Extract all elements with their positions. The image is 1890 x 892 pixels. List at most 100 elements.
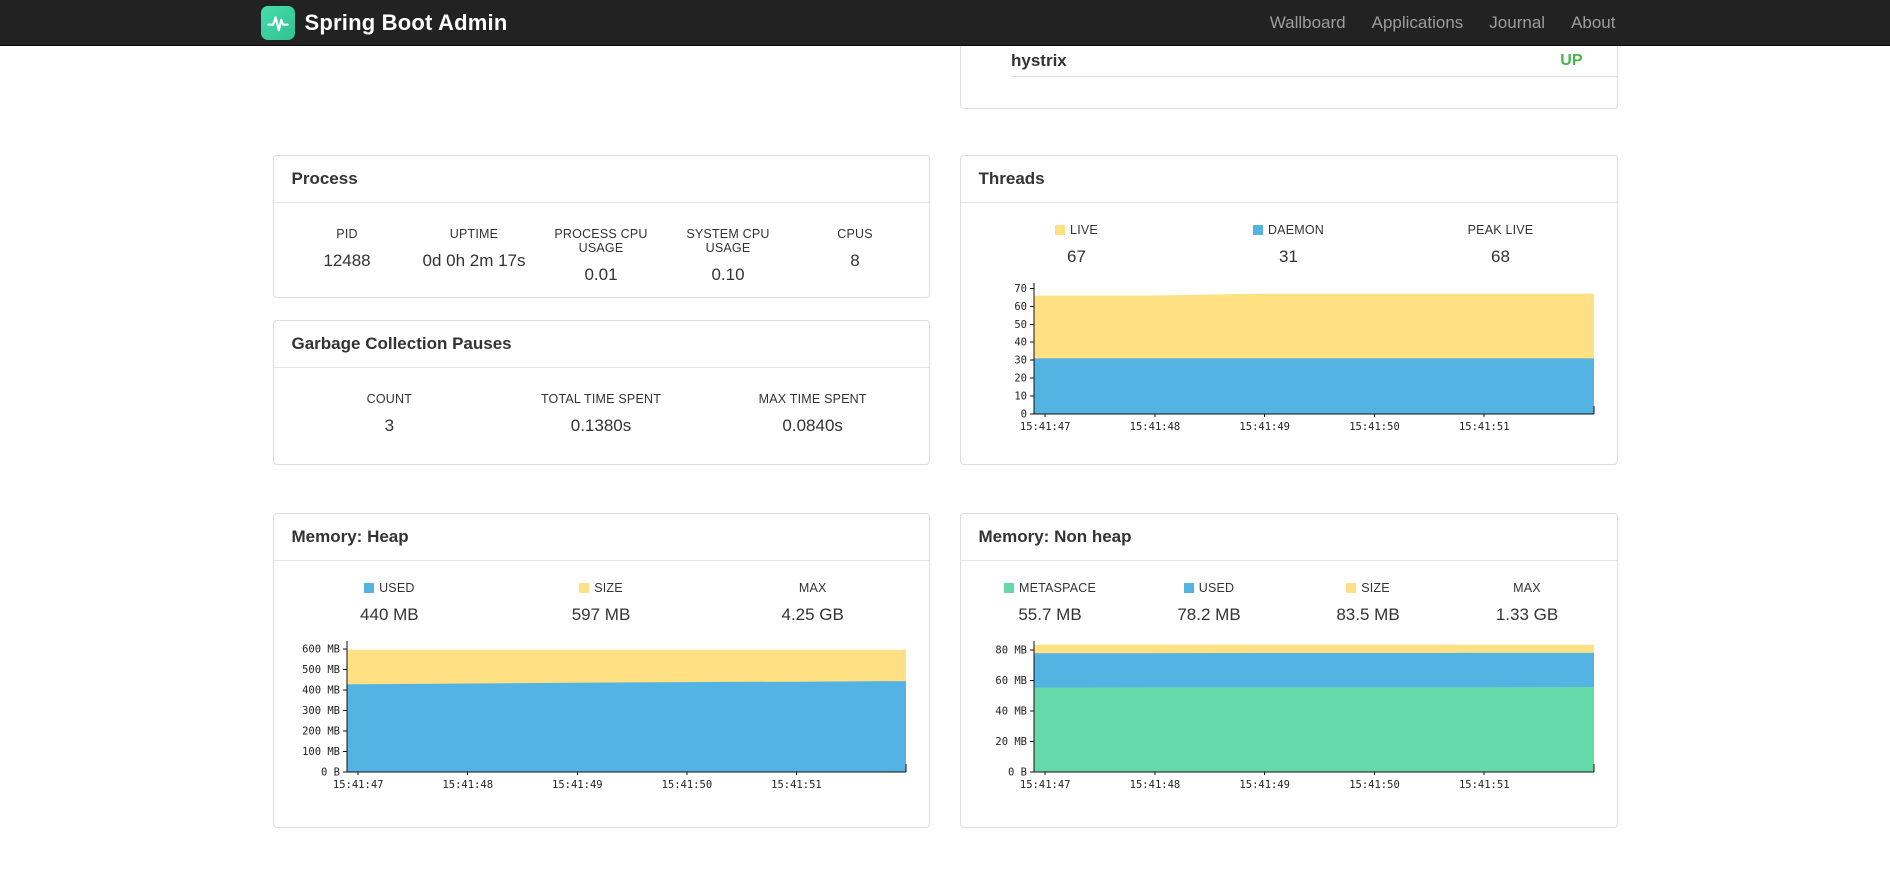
legend-value: 67 xyxy=(1067,247,1086,266)
legend-label: USED xyxy=(284,581,496,595)
svg-text:40: 40 xyxy=(1014,337,1027,349)
main-grid: Process PID 12488 UPTIME 0d 0h 2m 17s PR… xyxy=(272,155,1618,828)
stat-label: UPTIME xyxy=(449,227,499,241)
stat-value: 3 xyxy=(384,416,395,435)
application-row[interactable]: hystrix UP xyxy=(1011,46,1617,77)
svg-text:0 B: 0 B xyxy=(321,767,340,779)
legend-swatch xyxy=(1003,583,1014,593)
legend-label-text: SIZE xyxy=(594,581,623,595)
svg-text:15:41:49: 15:41:49 xyxy=(1239,421,1290,433)
svg-text:70: 70 xyxy=(1014,283,1027,295)
legend-item-used: USED 440 MB xyxy=(284,581,496,625)
svg-text:60: 60 xyxy=(1014,301,1027,313)
threads-card-title: Threads xyxy=(960,156,1617,203)
legend-value: 78.2 MB xyxy=(1177,605,1241,624)
gc-card-title: Garbage Collection Pauses xyxy=(273,321,929,368)
legend-item-max: MAX 4.25 GB xyxy=(707,581,919,625)
legend-label: MAX xyxy=(707,581,919,595)
memory-heap-card-body: 600 MB 500 MB 400 MB 300 MB 200 MB 100 MB 0 B1… xyxy=(274,633,929,798)
svg-text:200 MB: 200 MB xyxy=(302,726,340,738)
stat-value: 0d 0h 2m 17s xyxy=(422,251,526,270)
content-container: hystrix UP Process PID 12488 UPTIME 0d 0… xyxy=(272,46,1618,828)
stat-value: 12488 xyxy=(323,251,371,270)
memory-nonheap-card: Memory: Non heap METASPACE 55.7 MB USED … xyxy=(959,513,1618,828)
svg-text:15:41:47: 15:41:47 xyxy=(1019,779,1070,791)
nav-link-about[interactable]: About xyxy=(1558,13,1617,33)
legend-label-text: USED xyxy=(1198,581,1235,595)
legend-label: USED xyxy=(1130,581,1289,595)
svg-text:400 MB: 400 MB xyxy=(302,685,340,697)
memory-heap-legend: USED 440 MB SIZE 597 MB MAX 4.25 GB xyxy=(274,561,929,625)
heap-chart: 600 MB 500 MB 400 MB 300 MB 200 MB 100 MB 0 B1… xyxy=(289,633,914,798)
svg-text:15:41:48: 15:41:48 xyxy=(1129,779,1180,791)
legend-item-live: LIVE 67 xyxy=(971,223,1183,267)
legend-value: 1.33 GB xyxy=(1495,605,1559,624)
legend-label: LIVE xyxy=(971,223,1183,237)
nav-link-applications[interactable]: Applications xyxy=(1359,13,1477,33)
svg-text:15:41:47: 15:41:47 xyxy=(332,779,383,791)
stat-label: SYSTEM CPU USAGE xyxy=(686,227,770,255)
svg-text:15:41:51: 15:41:51 xyxy=(771,779,822,791)
stat-value: 0.0840s xyxy=(782,416,843,435)
stat-gc-count: COUNT 3 xyxy=(284,392,496,436)
svg-text:15:41:47: 15:41:47 xyxy=(1019,421,1070,433)
brand[interactable]: Spring Boot Admin xyxy=(260,5,508,40)
top-row: hystrix UP xyxy=(273,46,1618,109)
right-column: Threads LIVE 67 DAEMON 31 PEAK LIVE 68 7… xyxy=(959,155,1618,828)
legend-label: METASPACE xyxy=(971,581,1130,595)
memory-nonheap-card-title: Memory: Non heap xyxy=(960,514,1617,561)
stat-label: MAX TIME SPENT xyxy=(758,392,867,406)
nav-links: Wallboard Applications Journal About xyxy=(1257,0,1618,45)
svg-text:100 MB: 100 MB xyxy=(302,746,340,758)
threads-card-body: 70 60 50 40 30 20 10 0 15:41:47 15:41:48 15:41:49 1… xyxy=(961,275,1617,440)
nav-link-journal[interactable]: Journal xyxy=(1476,13,1558,33)
stat-gc-max-time: MAX TIME SPENT 0.0840s xyxy=(707,392,919,436)
svg-text:15:41:49: 15:41:49 xyxy=(1239,779,1290,791)
memory-nonheap-legend: METASPACE 55.7 MB USED 78.2 MB SIZE 83.5… xyxy=(961,561,1617,625)
svg-text:20 MB: 20 MB xyxy=(995,736,1027,748)
stat-uptime: UPTIME 0d 0h 2m 17s xyxy=(411,227,538,285)
legend-label: SIZE xyxy=(1289,581,1448,595)
legend-label-text: MAX xyxy=(1513,581,1541,595)
memory-nonheap-card-body: 80 MB 60 MB 40 MB 20 MB 0 B 15:41:47 15:41:48 1… xyxy=(961,633,1617,798)
page: Spring Boot Admin Wallboard Applications… xyxy=(0,0,1890,892)
legend-value: 68 xyxy=(1491,247,1510,266)
svg-text:15:41:48: 15:41:48 xyxy=(1129,421,1180,433)
legend-value: 4.25 GB xyxy=(781,605,844,624)
legend-item-size: SIZE 83.5 MB xyxy=(1289,581,1448,625)
legend-value: 440 MB xyxy=(360,605,419,624)
stat-label: PROCESS CPU USAGE xyxy=(554,227,648,255)
memory-heap-card-title: Memory: Heap xyxy=(273,514,929,561)
legend-item-daemon: DAEMON 31 xyxy=(1183,223,1395,267)
application-name[interactable]: hystrix xyxy=(1011,51,1067,71)
process-card-title: Process xyxy=(273,156,929,203)
legend-swatch xyxy=(1183,583,1194,593)
left-column: Process PID 12488 UPTIME 0d 0h 2m 17s PR… xyxy=(272,155,930,828)
stat-value: 0.1380s xyxy=(570,416,632,435)
legend-value: 31 xyxy=(1279,247,1298,266)
legend-label: MAX xyxy=(1448,581,1607,595)
legend-swatch xyxy=(1346,583,1357,593)
process-card: Process PID 12488 UPTIME 0d 0h 2m 17s PR… xyxy=(272,155,930,298)
svg-text:500 MB: 500 MB xyxy=(302,664,340,676)
process-stats: PID 12488 UPTIME 0d 0h 2m 17s PROCESS CP… xyxy=(274,203,929,285)
top-row-left-empty xyxy=(273,46,931,109)
threads-legend: LIVE 67 DAEMON 31 PEAK LIVE 68 xyxy=(961,203,1617,267)
svg-text:0: 0 xyxy=(1020,409,1026,421)
legend-label-text: METASPACE xyxy=(1018,581,1097,595)
svg-text:600 MB: 600 MB xyxy=(302,644,340,656)
brand-title: Spring Boot Admin xyxy=(304,9,508,35)
applications-status-card: hystrix UP xyxy=(960,46,1618,109)
svg-text:0 B: 0 B xyxy=(1008,767,1027,779)
stat-label: PID xyxy=(336,227,358,241)
legend-item-metaspace: METASPACE 55.7 MB xyxy=(971,581,1130,625)
legend-swatch xyxy=(579,583,590,593)
threads-chart: 70 60 50 40 30 20 10 0 15:41:47 15:41:48 15:41:49 1… xyxy=(976,275,1602,440)
svg-text:80 MB: 80 MB xyxy=(995,645,1027,657)
legend-value: 55.7 MB xyxy=(1018,605,1082,624)
legend-swatch xyxy=(1055,225,1066,235)
top-navbar: Spring Boot Admin Wallboard Applications… xyxy=(0,0,1890,46)
legend-label-text: PEAK LIVE xyxy=(1467,223,1534,237)
legend-label-text: LIVE xyxy=(1070,223,1098,237)
nav-link-wallboard[interactable]: Wallboard xyxy=(1257,13,1359,33)
